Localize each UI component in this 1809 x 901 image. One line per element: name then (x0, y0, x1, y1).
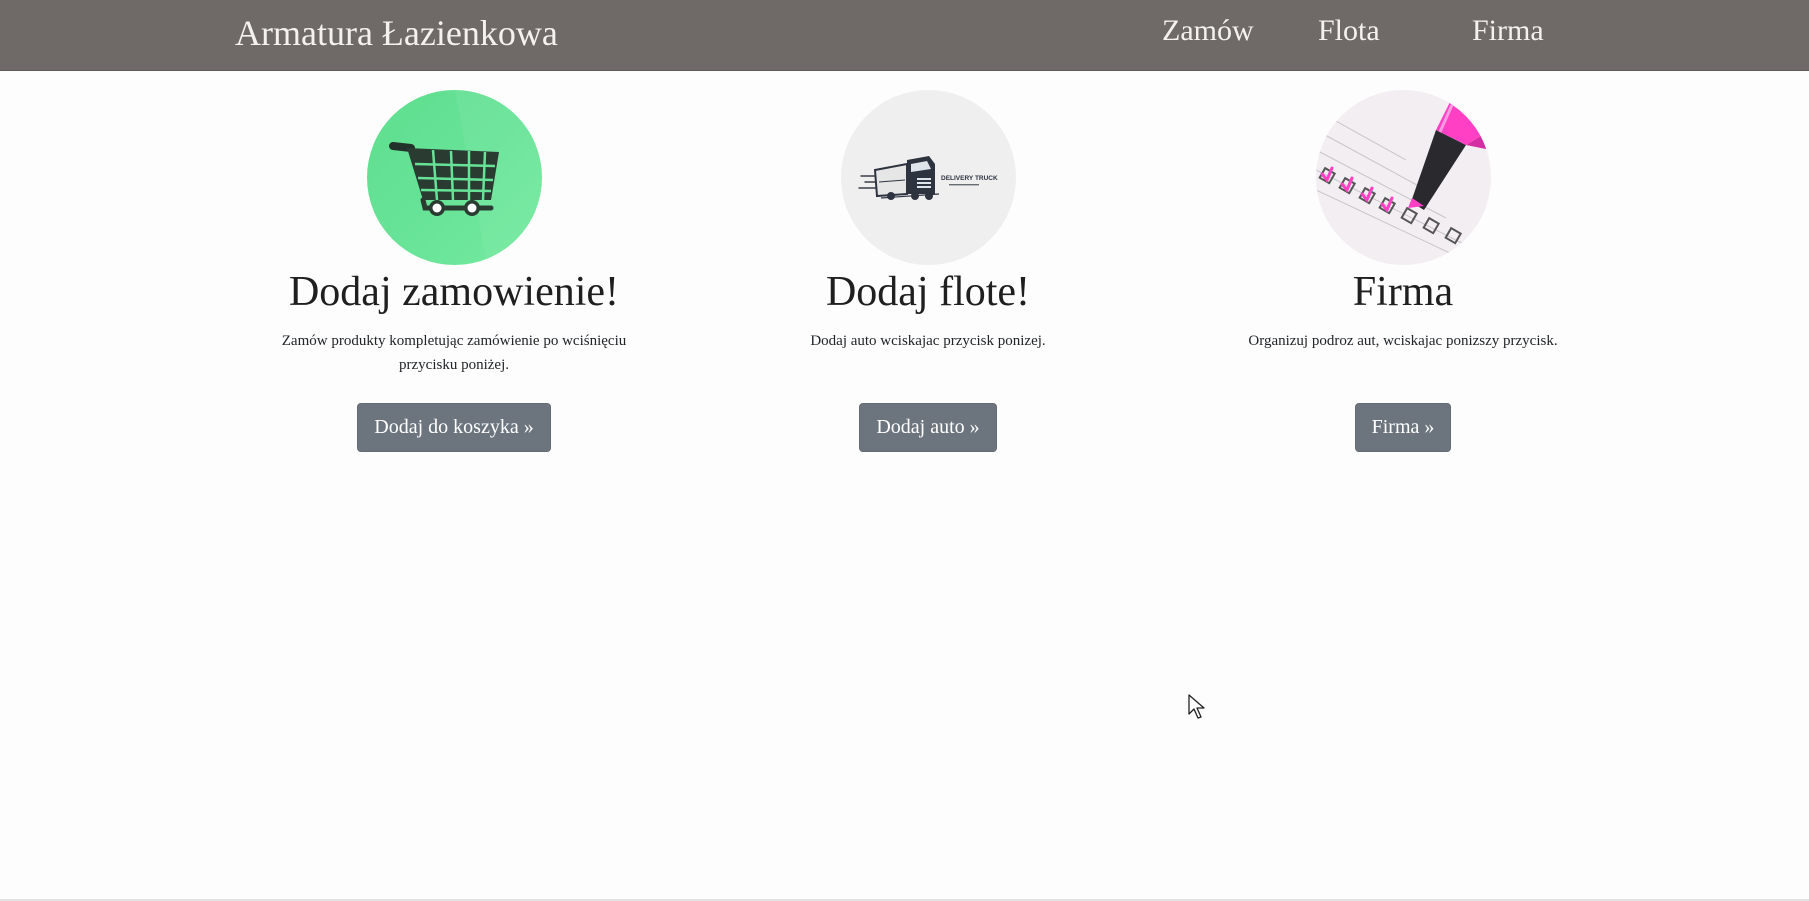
fleet-card-title: Dodaj flote! (825, 269, 1031, 315)
order-card-text: Zamów produkty kompletując zamówienie po… (281, 333, 627, 374)
nav-link-flota[interactable]: Flota (1318, 14, 1380, 48)
company-card-title: Firma (1352, 269, 1454, 315)
order-card-title: Dodaj zamowienie! (288, 269, 620, 315)
cart-image (366, 90, 542, 265)
truck-logo-text: DELIVERY TRUCK (941, 175, 998, 182)
company-card-text: Organizuj podroz aut, wciskajac ponizszy… (1248, 333, 1558, 350)
delivery-truck-icon: DELIVERY TRUCK (840, 90, 1016, 265)
nav-link-zamow[interactable]: Zamów (1162, 14, 1254, 48)
mouse-cursor-icon (1188, 694, 1206, 725)
add-car-button[interactable]: Dodaj auto » (859, 403, 997, 453)
checklist-highlighter-icon (1315, 90, 1491, 265)
company-card: Firma Organizuj podroz aut, wciskajac po… (1193, 90, 1613, 453)
order-card: Dodaj zamowienie! Zamów produkty komplet… (244, 90, 664, 453)
truck-image: DELIVERY TRUCK (840, 90, 1016, 265)
brand-link[interactable]: Armatura Łazienkowa (235, 12, 558, 54)
add-to-cart-button[interactable]: Dodaj do koszyka » (357, 403, 551, 453)
top-navbar: Armatura Łazienkowa Zamów Flota Firma (0, 0, 1809, 71)
checklist-image (1315, 90, 1491, 265)
company-button[interactable]: Firma » (1354, 403, 1452, 453)
fleet-card: DELIVERY TRUCK Dodaj flote! Dodaj auto w… (718, 90, 1138, 453)
nav-link-firma[interactable]: Firma (1472, 14, 1544, 48)
shopping-cart-icon (366, 90, 542, 265)
fleet-card-text: Dodaj auto wciskajac przycisk ponizej. (810, 333, 1046, 350)
